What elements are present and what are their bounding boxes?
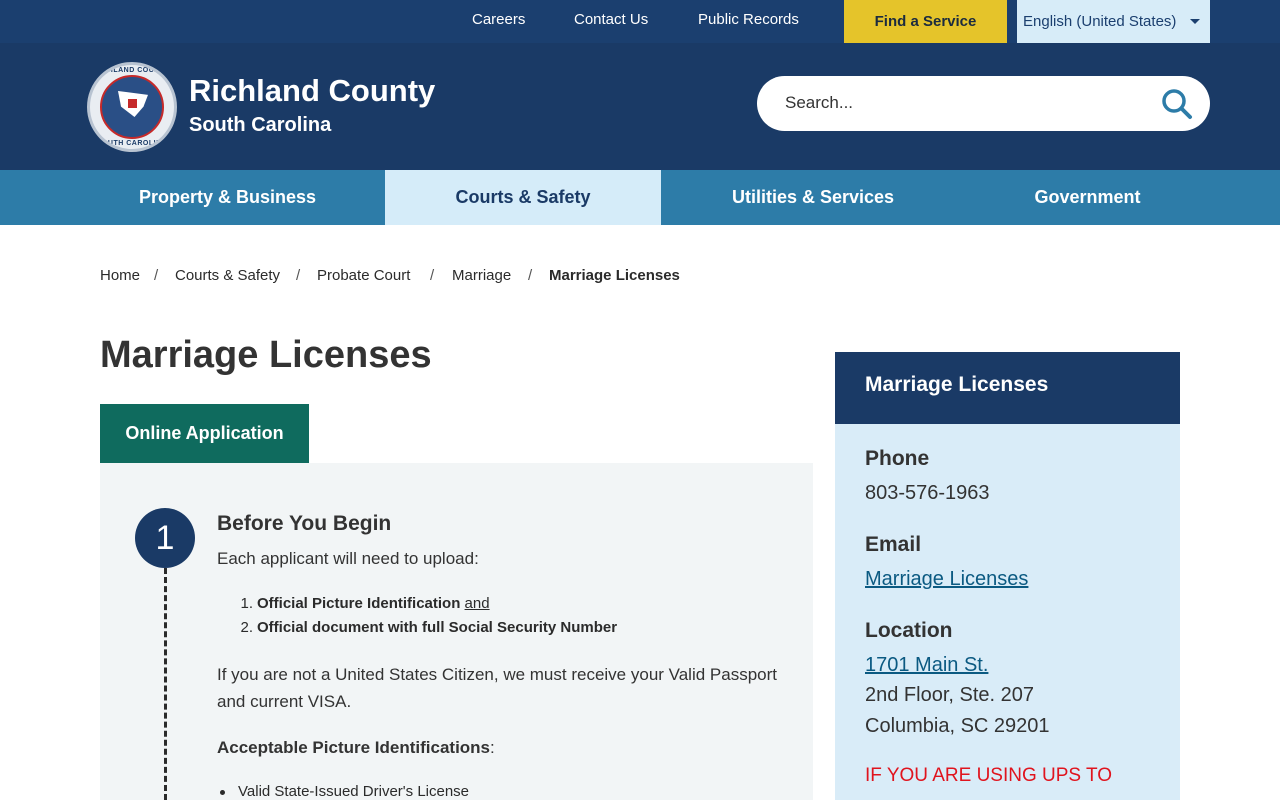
- county-seal-icon[interactable]: RICHLAND COUNTY SOUTH CAROLINA: [87, 62, 177, 152]
- site-subtitle: South Carolina: [189, 114, 332, 136]
- phone-label: Phone: [865, 447, 930, 470]
- seal-text-bottom: SOUTH CAROLINA: [96, 140, 168, 147]
- breadcrumb-marriage[interactable]: Marriage: [452, 267, 511, 284]
- list-item-text: Official Picture Identification: [257, 595, 461, 612]
- address-link[interactable]: 1701 Main St.: [865, 654, 988, 677]
- list-item-text: Valid State-Issued Driver's License: [238, 783, 470, 800]
- nav-government[interactable]: Government: [965, 170, 1210, 225]
- main-nav: Property & Business Courts & Safety Util…: [0, 170, 1280, 225]
- breadcrumb-current: Marriage Licenses: [549, 267, 680, 284]
- public-records-link[interactable]: Public Records: [698, 11, 799, 28]
- acceptable-ids-label: Acceptable Picture Identifications:: [217, 738, 495, 758]
- location-label: Location: [865, 619, 953, 642]
- list-item-number: 1.: [240, 595, 253, 612]
- step-heading: Before You Begin: [217, 512, 392, 535]
- acceptable-ids-colon: :: [490, 738, 495, 757]
- step-number-badge: 1: [135, 508, 195, 568]
- sidebar-title: Marriage Licenses: [835, 352, 1180, 424]
- search-input[interactable]: [785, 88, 1145, 118]
- breadcrumb-home[interactable]: Home: [100, 267, 140, 284]
- breadcrumb-separator: /: [528, 267, 533, 284]
- address-line-3: Columbia, SC 29201: [865, 715, 1050, 737]
- search-icon[interactable]: [1161, 88, 1193, 120]
- sidebar-contact-card: Phone 803-576-1963 Email Marriage Licens…: [835, 424, 1180, 800]
- address-line-2: 2nd Floor, Ste. 207: [865, 684, 1035, 706]
- breadcrumb-courts-safety[interactable]: Courts & Safety: [175, 267, 280, 284]
- nav-courts-safety[interactable]: Courts & Safety: [385, 170, 661, 225]
- seal-text-top: RICHLAND COUNTY: [94, 67, 170, 74]
- step-panel: 1 Before You Begin Each applicant will n…: [100, 463, 813, 800]
- phone-value: 803-576-1963: [865, 482, 990, 504]
- list-item-suffix: and: [464, 595, 490, 612]
- page-title: Marriage Licenses: [100, 334, 432, 376]
- step-timeline-line: [164, 568, 167, 800]
- acceptable-ids-label-text: Acceptable Picture Identifications: [217, 738, 491, 757]
- nav-property-business[interactable]: Property & Business: [70, 170, 385, 225]
- find-a-service-button[interactable]: Find a Service: [844, 0, 1007, 43]
- site-title[interactable]: Richland County: [189, 73, 435, 109]
- seal-center: [100, 75, 164, 139]
- list-item: Valid State-Issued Driver's License: [220, 783, 470, 800]
- breadcrumb-separator: /: [154, 267, 159, 284]
- site-header: RICHLAND COUNTY SOUTH CAROLINA Richland …: [0, 43, 1280, 170]
- tab-online-application[interactable]: Online Application: [100, 404, 309, 463]
- email-label: Email: [865, 533, 922, 556]
- county-mark-icon: [128, 99, 137, 108]
- list-item: 1. Official Picture Identification and: [217, 595, 490, 612]
- utility-bar: Careers Contact Us Public Records Find a…: [0, 0, 1280, 43]
- search-box: [757, 76, 1210, 131]
- list-item-number: 2.: [240, 619, 253, 636]
- bullet-icon: [220, 790, 225, 795]
- careers-link[interactable]: Careers: [472, 11, 525, 28]
- breadcrumb-probate-court[interactable]: Probate Court: [317, 267, 410, 284]
- language-select-value: English (United States): [1023, 13, 1177, 30]
- email-link[interactable]: Marriage Licenses: [865, 568, 1028, 591]
- chevron-down-icon: [1190, 19, 1200, 24]
- list-item-text: Official document with full Social Secur…: [257, 619, 618, 636]
- ups-warning: IF YOU ARE USING UPS TO: [865, 765, 1113, 786]
- contact-us-link[interactable]: Contact Us: [574, 11, 648, 28]
- step-intro: Each applicant will need to upload:: [217, 549, 479, 568]
- list-item: 2. Official document with full Social Sec…: [217, 619, 617, 636]
- breadcrumb-separator: /: [296, 267, 301, 284]
- breadcrumb-separator: /: [430, 267, 435, 284]
- citizen-note: If you are not a United States Citizen, …: [217, 665, 778, 711]
- nav-utilities-services[interactable]: Utilities & Services: [661, 170, 965, 225]
- language-select[interactable]: English (United States): [1017, 0, 1210, 43]
